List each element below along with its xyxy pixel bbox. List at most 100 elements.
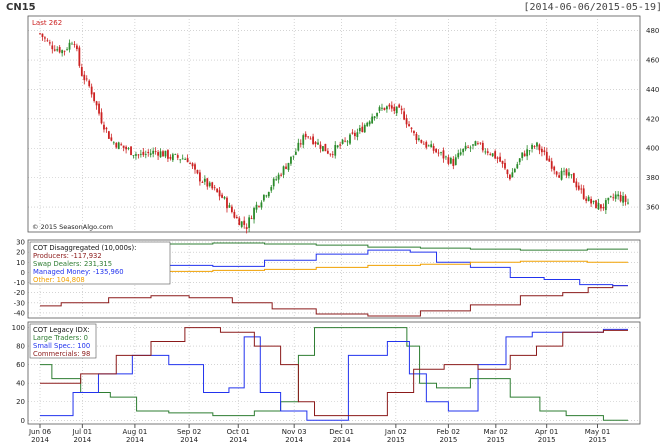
candle-body: [277, 174, 280, 180]
candle-body: [100, 112, 103, 124]
candle-body: [580, 188, 583, 190]
candle-body: [565, 169, 568, 176]
candle-body: [619, 194, 622, 202]
y-tick-label: 440: [646, 86, 659, 94]
legend-title: COT Legacy IDX:: [33, 326, 90, 334]
candle-body: [230, 206, 233, 213]
panel-frame: [27, 15, 641, 233]
candle-body: [612, 197, 615, 199]
candle-body: [373, 116, 376, 119]
y-tick-label: -30: [14, 299, 25, 307]
candle-body: [501, 160, 504, 164]
candle-body: [120, 144, 123, 146]
x-tick-label: 2014: [126, 436, 144, 444]
candle-body: [169, 156, 172, 159]
candle-body: [135, 154, 137, 156]
candle-body: [260, 202, 263, 208]
candle-body: [420, 140, 423, 143]
candle-body: [560, 170, 563, 180]
candle-body: [467, 146, 469, 148]
candle-body: [472, 144, 474, 146]
chart-canvas: 360380400420440460480-40-30-20-100102030…: [12, 15, 659, 444]
candle-body: [607, 197, 610, 201]
x-tick-label: 2015: [439, 436, 457, 444]
x-tick-label: Aug 01: [122, 428, 147, 436]
candle-body: [292, 155, 295, 157]
candle-body: [408, 124, 410, 127]
candle-body: [437, 152, 440, 154]
legend-entry: Managed Money: -135,960: [33, 268, 124, 276]
candle-body: [536, 142, 538, 147]
x-tick-label: Sep 02: [177, 428, 201, 436]
candle-body: [314, 142, 317, 145]
candle-body: [356, 132, 359, 138]
candle-body: [545, 151, 548, 161]
x-tick-label: 2014: [31, 436, 49, 444]
candle-body: [255, 204, 258, 210]
legend-entry: Small Spec.: 100: [33, 342, 90, 350]
candle-body: [51, 45, 54, 50]
candle-body: [331, 154, 334, 155]
candle-body: [171, 154, 174, 161]
candle-body: [164, 150, 167, 157]
candle-body: [563, 170, 565, 172]
candle-body: [95, 101, 98, 106]
candle-body: [107, 131, 110, 139]
candle-body: [233, 211, 236, 218]
candle-body: [115, 143, 118, 148]
panel-frame: [27, 321, 641, 425]
candle-body: [203, 178, 206, 182]
candle-body: [238, 218, 241, 226]
candle-body: [275, 179, 278, 181]
candle-body: [53, 49, 56, 51]
candle-body: [349, 134, 351, 144]
candle-body: [600, 204, 602, 209]
candle-body: [595, 200, 597, 209]
candle-body: [435, 148, 438, 153]
candle-body: [208, 182, 211, 187]
candle-body: [317, 142, 319, 145]
candle-body: [176, 155, 179, 158]
y-tick-label: 20: [16, 398, 25, 406]
candle-body: [211, 182, 214, 189]
y-tick-label: 80: [16, 343, 25, 351]
candle-body: [413, 131, 415, 134]
candle-body: [287, 162, 290, 170]
candle-body: [103, 124, 105, 130]
candle-body: [494, 151, 497, 159]
candle-body: [587, 196, 590, 202]
candle-body: [267, 192, 270, 197]
candle-body: [240, 221, 243, 227]
candle-body: [528, 150, 531, 152]
x-tick-label: Oct 01: [227, 428, 250, 436]
legend-entry: Commercials: 98: [33, 350, 90, 358]
candle-body: [602, 207, 605, 209]
candle-body: [422, 143, 425, 145]
candle-body: [71, 43, 73, 45]
candle-body: [250, 218, 253, 219]
candle-body: [531, 144, 533, 149]
candle-body: [139, 153, 142, 155]
candle-body: [326, 150, 329, 154]
candle-body: [44, 37, 46, 39]
candle-body: [585, 198, 588, 201]
candle-body: [88, 80, 91, 87]
candle-body: [627, 202, 629, 204]
candle-body: [329, 153, 332, 155]
y-tick-label: 460: [646, 57, 659, 65]
candle-body: [189, 163, 191, 164]
candle-body: [216, 188, 219, 193]
candle-body: [484, 151, 487, 153]
x-tick-label: Nov 03: [282, 428, 307, 436]
candle-body: [499, 156, 501, 162]
candle-body: [56, 49, 59, 51]
candle-body: [98, 103, 100, 114]
candle-body: [427, 145, 430, 147]
candle-body: [516, 164, 519, 169]
candle-body: [385, 106, 388, 110]
candle-body: [339, 144, 342, 146]
candle-body: [201, 182, 204, 183]
candle-body: [558, 175, 561, 178]
legend-entry: Swap Dealers: 231,315: [33, 260, 112, 268]
candle-body: [624, 195, 627, 202]
